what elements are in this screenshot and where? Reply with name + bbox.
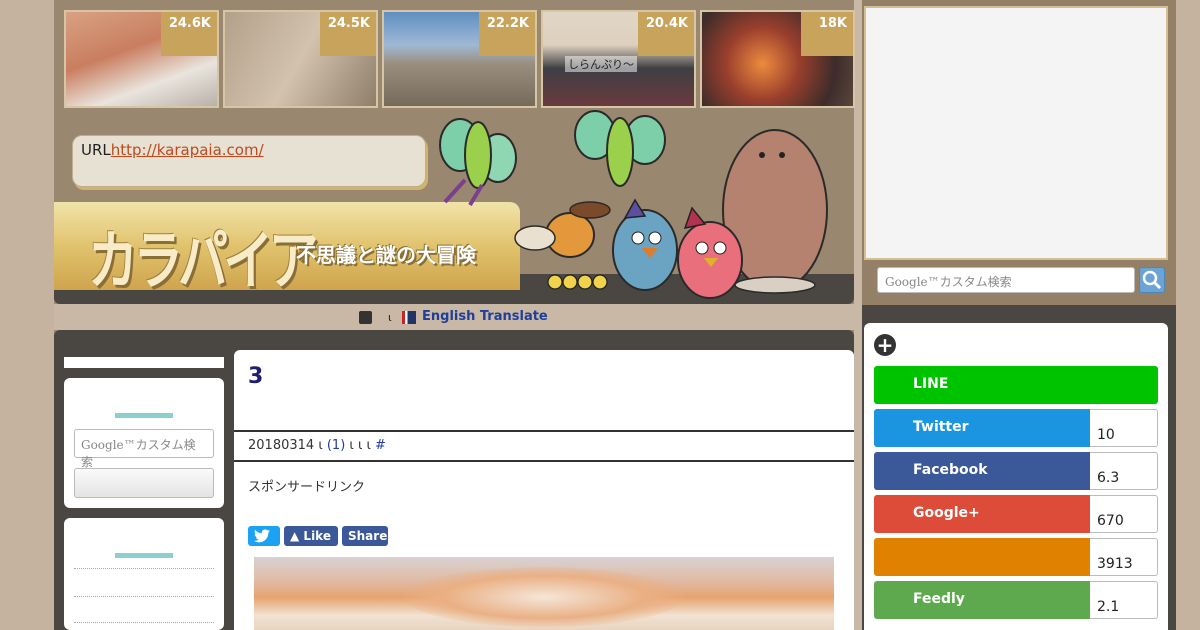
page-background-left	[0, 0, 54, 630]
left-sidebar-top-strip	[64, 357, 224, 368]
twitter-share-count: 10	[1090, 409, 1158, 447]
share-label: Share	[348, 529, 388, 543]
twitter-share-button[interactable]: Twitter	[874, 409, 1090, 447]
feedly-share[interactable]: Feedly 2.1	[874, 581, 1158, 619]
advertisement-box[interactable]	[864, 6, 1168, 260]
left-sidebar-search-box: Google™カスタム検索	[64, 378, 224, 508]
site-url-link[interactable]: http://karapaia.com/	[111, 141, 264, 159]
view-count: 24.6K	[160, 12, 217, 56]
beetle-character-icon	[514, 201, 611, 258]
popular-article-thumbnail[interactable]: 24.5K	[223, 10, 378, 108]
googleplus-share-button[interactable]: Google+	[874, 495, 1090, 533]
facebook-share-button[interactable]: Facebook	[874, 452, 1090, 490]
butterfly-fairy-right-icon	[574, 110, 666, 187]
article-title-text: 3	[248, 364, 264, 389]
popular-article-thumbnail[interactable]: しらんぷり〜 20.4K	[541, 10, 696, 108]
list-divider	[74, 568, 214, 569]
meta-separator: ι	[318, 438, 323, 453]
search-icon	[1142, 270, 1162, 290]
photo-highlight	[404, 567, 684, 627]
section-heading-bar	[115, 553, 173, 558]
popular-article-thumbnail[interactable]: 22.2K	[382, 10, 537, 108]
site-logo: カラパイア	[88, 225, 318, 299]
article-title[interactable]: 3	[248, 362, 838, 391]
twitter-share[interactable]: Twitter 10	[874, 409, 1158, 447]
sponsored-link-label: スポンサードリンク	[248, 480, 366, 495]
popular-article-thumbnail[interactable]: 18K	[700, 10, 855, 108]
googleplus-share-count: 670	[1090, 495, 1158, 533]
popular-articles: 24.6K 24.5K 22.2K しらんぷり〜 20.4K 18K	[64, 10, 856, 108]
hatena-share-button[interactable]	[874, 538, 1090, 576]
url-speech-bubble: URLhttp://karapaia.com/	[72, 135, 426, 187]
line-share-button[interactable]: LINE	[874, 366, 1158, 404]
page-background-right	[1176, 0, 1200, 630]
list-divider	[74, 622, 214, 623]
uk-flag-icon	[402, 311, 416, 324]
translate-bar: ι English Translate	[54, 304, 854, 330]
popular-article-thumbnail[interactable]: 24.6K	[64, 10, 219, 108]
hatena-share[interactable]: 3913	[874, 538, 1158, 576]
tweet-button[interactable]	[248, 526, 280, 546]
plus-icon[interactable]: +	[874, 334, 896, 356]
list-divider	[74, 596, 214, 597]
facebook-like-button[interactable]: ▲ Like	[284, 526, 338, 546]
feedly-share-count: 2.1	[1090, 581, 1158, 619]
feedly-share-button[interactable]: Feedly	[874, 581, 1090, 619]
article-meta: 20180314 ι (1) ι ι ι #	[234, 430, 854, 462]
thumbnail-caption: しらんぷり〜	[565, 56, 637, 72]
meta-text: ι ι	[349, 438, 363, 453]
hatena-share-count: 3913	[1090, 538, 1158, 576]
blue-bird-character-icon	[612, 198, 678, 291]
like-label: Like	[303, 529, 331, 543]
comment-count-link[interactable]: (1)	[327, 438, 345, 453]
separator-text: ι	[388, 311, 392, 324]
view-count: 18K	[801, 12, 853, 56]
small-chicks-icon	[547, 274, 608, 290]
view-count: 24.5K	[319, 12, 376, 56]
googleplus-share[interactable]: Google+ 670	[874, 495, 1158, 533]
permalink-hash[interactable]: #	[375, 438, 386, 453]
facebook-share-count: 6.3	[1090, 452, 1158, 490]
globe-icon	[359, 311, 372, 324]
facebook-share-button[interactable]: Share	[342, 526, 388, 546]
section-heading-bar	[115, 413, 173, 418]
left-search-input[interactable]: Google™カスタム検索	[74, 429, 214, 469]
view-count: 20.4K	[637, 12, 694, 56]
left-search-button[interactable]	[74, 468, 214, 498]
thumbs-up-icon: ▲	[290, 529, 300, 543]
article-photo	[254, 557, 834, 630]
butterfly-fairy-left-icon	[439, 118, 517, 207]
view-count: 22.2K	[478, 12, 535, 56]
article: 3 20180314 ι (1) ι ι ι # スポンサードリンク ▲ Lik…	[234, 350, 854, 630]
meta-separator: ι	[366, 438, 371, 453]
mascot-characters-illustration	[439, 110, 828, 299]
twitter-bird-icon	[254, 529, 270, 543]
url-label: URL	[81, 141, 111, 159]
english-translate-link[interactable]: English Translate	[422, 309, 548, 324]
facebook-share[interactable]: Facebook 6.3	[874, 452, 1158, 490]
share-count-panel: + LINE Twitter 10 Facebook 6.3 Google+ 6…	[864, 323, 1168, 630]
search-button[interactable]	[1139, 267, 1165, 293]
line-share[interactable]: LINE	[874, 366, 1158, 404]
article-date: 20180314	[248, 438, 315, 453]
left-sidebar-list-box	[64, 518, 224, 630]
right-search-input[interactable]: Google™カスタム検索	[877, 267, 1135, 293]
